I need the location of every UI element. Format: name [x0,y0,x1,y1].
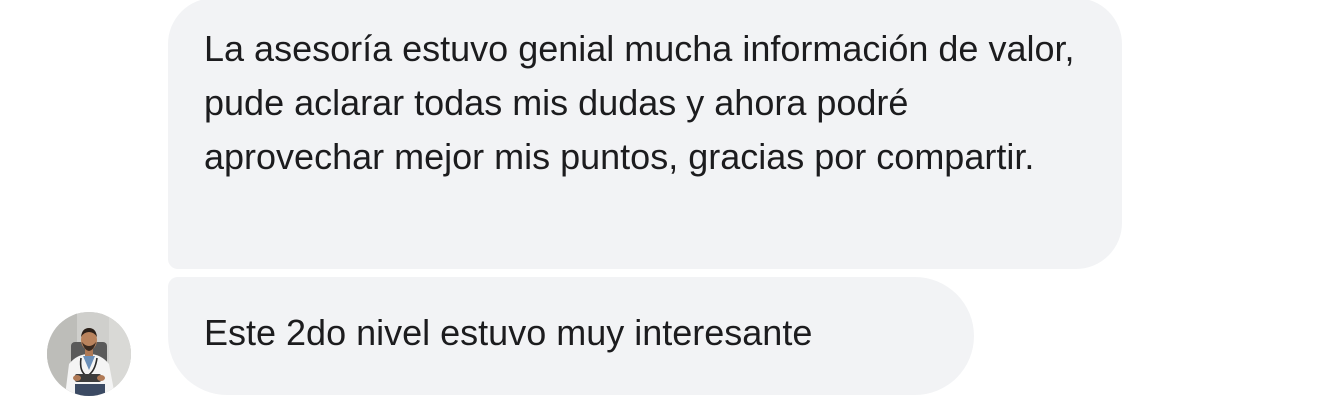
message-thread: La asesoría estuvo genial mucha informac… [0,0,1320,415]
doctor-avatar-icon [47,312,131,396]
message-bubble-1[interactable]: La asesoría estuvo genial mucha informac… [168,0,1122,269]
sender-avatar[interactable] [47,312,131,396]
message-bubble-2[interactable]: Este 2do nivel estuvo muy interesante [168,277,974,395]
